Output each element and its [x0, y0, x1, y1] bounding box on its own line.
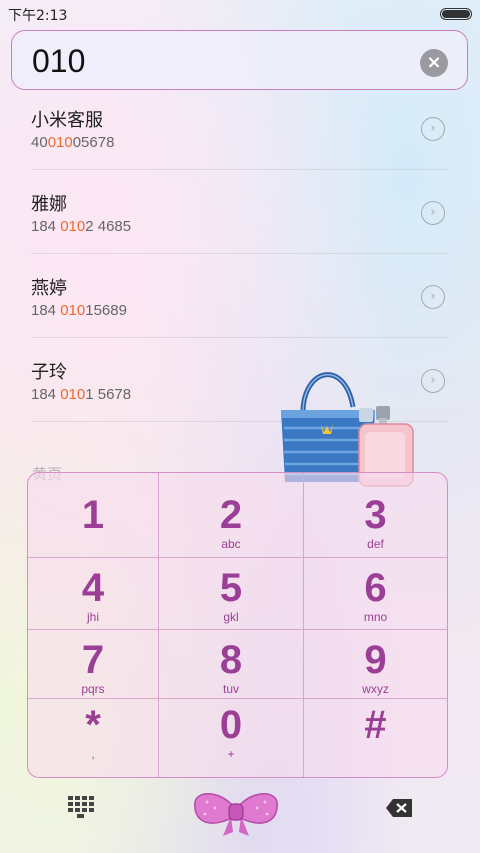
- contact-name: 雅娜: [31, 194, 67, 215]
- key-9[interactable]: 9 wxyz: [304, 630, 447, 699]
- key-7[interactable]: 7 pqrs: [28, 630, 159, 699]
- list-item[interactable]: 雅娜 184 0102 4685 ›: [31, 170, 448, 254]
- search-value: 010: [32, 43, 86, 79]
- search-input[interactable]: 010 ×: [11, 30, 468, 90]
- contact-name: 子玲: [31, 362, 67, 383]
- list-item[interactable]: 燕婷 184 01015689 ›: [31, 254, 448, 338]
- list-item[interactable]: 小米客服 4001005678 ›: [31, 86, 448, 170]
- dial-keypad: 1 2 abc 3 def 4 jhi 5 gkl 6 mno 7 pqrs 8 tuv 9w…: [27, 472, 448, 778]
- clear-icon[interactable]: ×: [420, 49, 448, 77]
- contact-number: 184 0101 5678: [31, 386, 132, 403]
- status-bar: 下午2:13: [0, 0, 480, 28]
- key-0[interactable]: 0 +: [159, 699, 304, 777]
- status-time: 下午2:13: [8, 8, 68, 24]
- chevron-right-icon[interactable]: ›: [421, 285, 445, 309]
- key-4[interactable]: 4 jhi: [28, 558, 159, 630]
- dialpad-icon[interactable]: [68, 796, 94, 818]
- key-8[interactable]: 8 tuv: [159, 630, 304, 699]
- key-1[interactable]: 1: [28, 473, 159, 558]
- contact-number: 184 0102 4685: [31, 218, 132, 235]
- key-hash[interactable]: #: [304, 699, 447, 777]
- contact-number: 184 01015689: [31, 302, 127, 319]
- bottom-action-bar: [0, 780, 480, 853]
- key-6[interactable]: 6 mno: [304, 558, 447, 630]
- contact-number: 4001005678: [31, 134, 115, 151]
- backspace-icon[interactable]: [385, 798, 413, 818]
- key-star[interactable]: *,: [28, 699, 159, 777]
- key-3[interactable]: 3 def: [304, 473, 447, 558]
- key-5[interactable]: 5 gkl: [159, 558, 304, 630]
- key-2[interactable]: 2 abc: [159, 473, 304, 558]
- chevron-right-icon[interactable]: ›: [421, 369, 445, 393]
- chevron-right-icon[interactable]: ›: [421, 201, 445, 225]
- bow-call-icon[interactable]: [193, 788, 279, 838]
- contact-name: 小米客服: [31, 110, 103, 131]
- chevron-right-icon[interactable]: ›: [421, 117, 445, 141]
- contact-name: 燕婷: [31, 278, 67, 299]
- battery-icon: [440, 8, 472, 20]
